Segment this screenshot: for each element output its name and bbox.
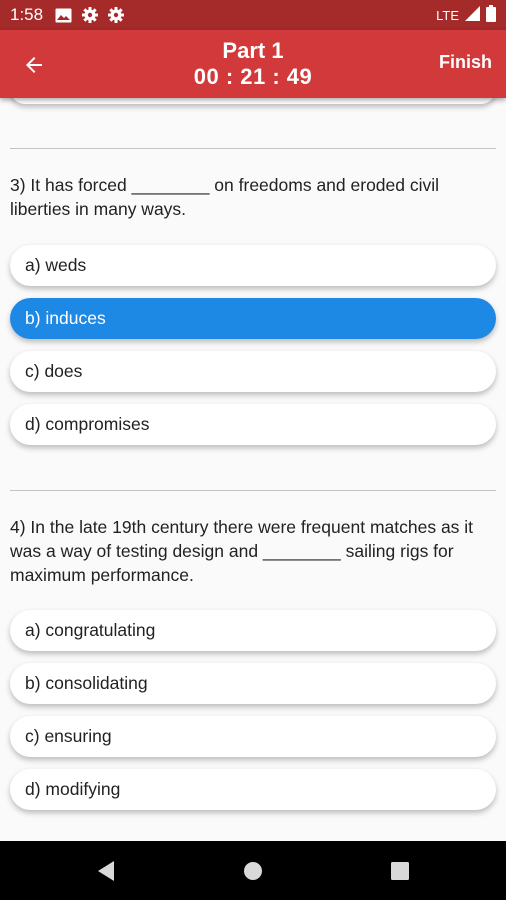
status-bar: 1:58 LTE: [0, 0, 506, 30]
option-a[interactable]: a) weds: [10, 245, 496, 286]
question-text: 4) In the late 19th century there were f…: [10, 517, 474, 585]
network-type: LTE: [436, 7, 459, 23]
option-b[interactable]: b) induces: [10, 298, 496, 339]
option-d[interactable]: d) modifying: [10, 769, 496, 810]
nav-home-button[interactable]: [241, 859, 265, 883]
nav-back-button[interactable]: [94, 859, 118, 883]
back-button[interactable]: [18, 50, 50, 80]
gear-icon: [107, 7, 124, 24]
title-block: Part 1 00 : 21 : 49: [0, 38, 506, 90]
status-right: LTE: [436, 5, 496, 25]
option-d[interactable]: d) compromises: [10, 404, 496, 445]
signal-icon: [465, 6, 480, 24]
app-bar: Part 1 00 : 21 : 49 Finish: [0, 30, 506, 98]
image-icon: [55, 7, 72, 24]
option-c[interactable]: c) does: [10, 351, 496, 392]
question-divider: [10, 148, 496, 149]
question-divider: [10, 490, 496, 491]
battery-icon: [486, 5, 496, 25]
page-title: Part 1: [222, 38, 284, 63]
system-nav-bar: [0, 841, 506, 900]
status-time: 1:58: [10, 5, 44, 24]
previous-option-card[interactable]: [10, 98, 496, 104]
square-recents-icon: [391, 862, 409, 880]
finish-button[interactable]: Finish: [439, 52, 492, 73]
countdown-timer: 00 : 21 : 49: [193, 64, 313, 89]
option-c[interactable]: c) ensuring: [10, 716, 496, 757]
question-list[interactable]: 3) It has forced ________ on freedoms an…: [0, 98, 506, 841]
question-text: 3) It has forced ________ on freedoms an…: [10, 175, 440, 219]
gear-icon: [81, 7, 98, 24]
option-a[interactable]: a) congratulating: [10, 610, 496, 651]
circle-home-icon: [244, 862, 262, 880]
arrow-left-icon: [26, 57, 42, 73]
option-b[interactable]: b) consolidating: [10, 663, 496, 704]
nav-recents-button[interactable]: [388, 859, 412, 883]
triangle-back-icon: [98, 861, 114, 881]
